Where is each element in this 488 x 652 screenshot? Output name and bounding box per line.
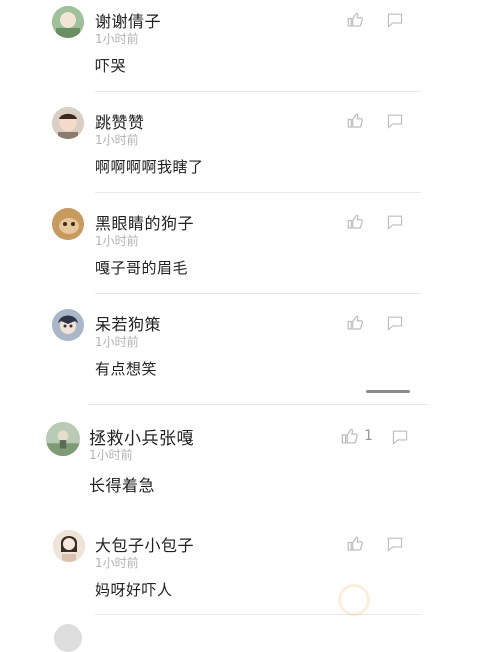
comment-author[interactable]: 跳赞赞 bbox=[95, 109, 145, 133]
comment-bubble-icon[interactable] bbox=[386, 536, 404, 552]
comment-time: 1小时前 bbox=[95, 32, 139, 46]
divider bbox=[95, 293, 421, 294]
avatar[interactable] bbox=[52, 107, 84, 139]
thumbs-up-icon[interactable] bbox=[346, 112, 364, 130]
watermark-logo bbox=[338, 578, 488, 622]
comment-time: 1小时前 bbox=[95, 556, 139, 570]
comment-time: 1小时前 bbox=[95, 335, 139, 349]
thumbs-up-icon[interactable] bbox=[346, 535, 364, 553]
thumbs-up-icon[interactable] bbox=[346, 314, 364, 332]
comment-text: 啊啊啊啊我瞎了 bbox=[95, 158, 204, 176]
comment-text: 有点想笑 bbox=[95, 360, 158, 378]
comment-text: 嘎子哥的眉毛 bbox=[95, 259, 189, 277]
comment-author[interactable]: 大包子小包子 bbox=[95, 532, 194, 556]
avatar[interactable] bbox=[53, 530, 85, 562]
comment-bubble-icon[interactable] bbox=[386, 113, 404, 129]
avatar[interactable] bbox=[52, 6, 84, 38]
thumbs-up-icon[interactable] bbox=[346, 11, 364, 29]
avatar[interactable] bbox=[46, 422, 80, 456]
avatar-image-icon bbox=[52, 309, 84, 341]
avatar-image-icon bbox=[52, 208, 84, 240]
comment-bubble-icon[interactable] bbox=[386, 214, 404, 230]
scroll-indicator[interactable] bbox=[366, 390, 410, 393]
avatar-image-icon bbox=[52, 6, 84, 38]
comment-time: 1小时前 bbox=[95, 234, 139, 248]
comment-author[interactable]: 黑眼睛的狗子 bbox=[95, 210, 194, 234]
comment-text: 吓哭 bbox=[95, 57, 127, 75]
avatar-image-icon bbox=[46, 422, 80, 456]
comment-bubble-icon[interactable] bbox=[386, 315, 404, 331]
avatar[interactable] bbox=[52, 309, 84, 341]
avatar[interactable] bbox=[52, 208, 84, 240]
comment-bubble-icon[interactable] bbox=[391, 429, 409, 445]
comment-text: 妈呀好吓人 bbox=[95, 581, 173, 599]
divider bbox=[95, 192, 421, 193]
divider bbox=[95, 91, 421, 92]
comment-time: 1小时前 bbox=[95, 133, 139, 147]
comment-bubble-icon[interactable] bbox=[386, 12, 404, 28]
avatar[interactable] bbox=[54, 624, 82, 652]
comment-text: 长得着急 bbox=[89, 476, 156, 495]
watermark-circle-icon bbox=[338, 584, 370, 616]
thumbs-up-icon[interactable] bbox=[340, 427, 359, 446]
divider bbox=[88, 404, 428, 405]
comment-time: 1小时前 bbox=[89, 448, 133, 462]
comment-author[interactable]: 呆若狗策 bbox=[95, 311, 161, 335]
avatar-image-icon bbox=[53, 530, 85, 562]
comment-author[interactable]: 谢谢倩子 bbox=[95, 8, 161, 32]
thumbs-up-icon[interactable] bbox=[346, 213, 364, 231]
like-count: 1 bbox=[364, 428, 373, 444]
avatar-image-icon bbox=[52, 107, 84, 139]
